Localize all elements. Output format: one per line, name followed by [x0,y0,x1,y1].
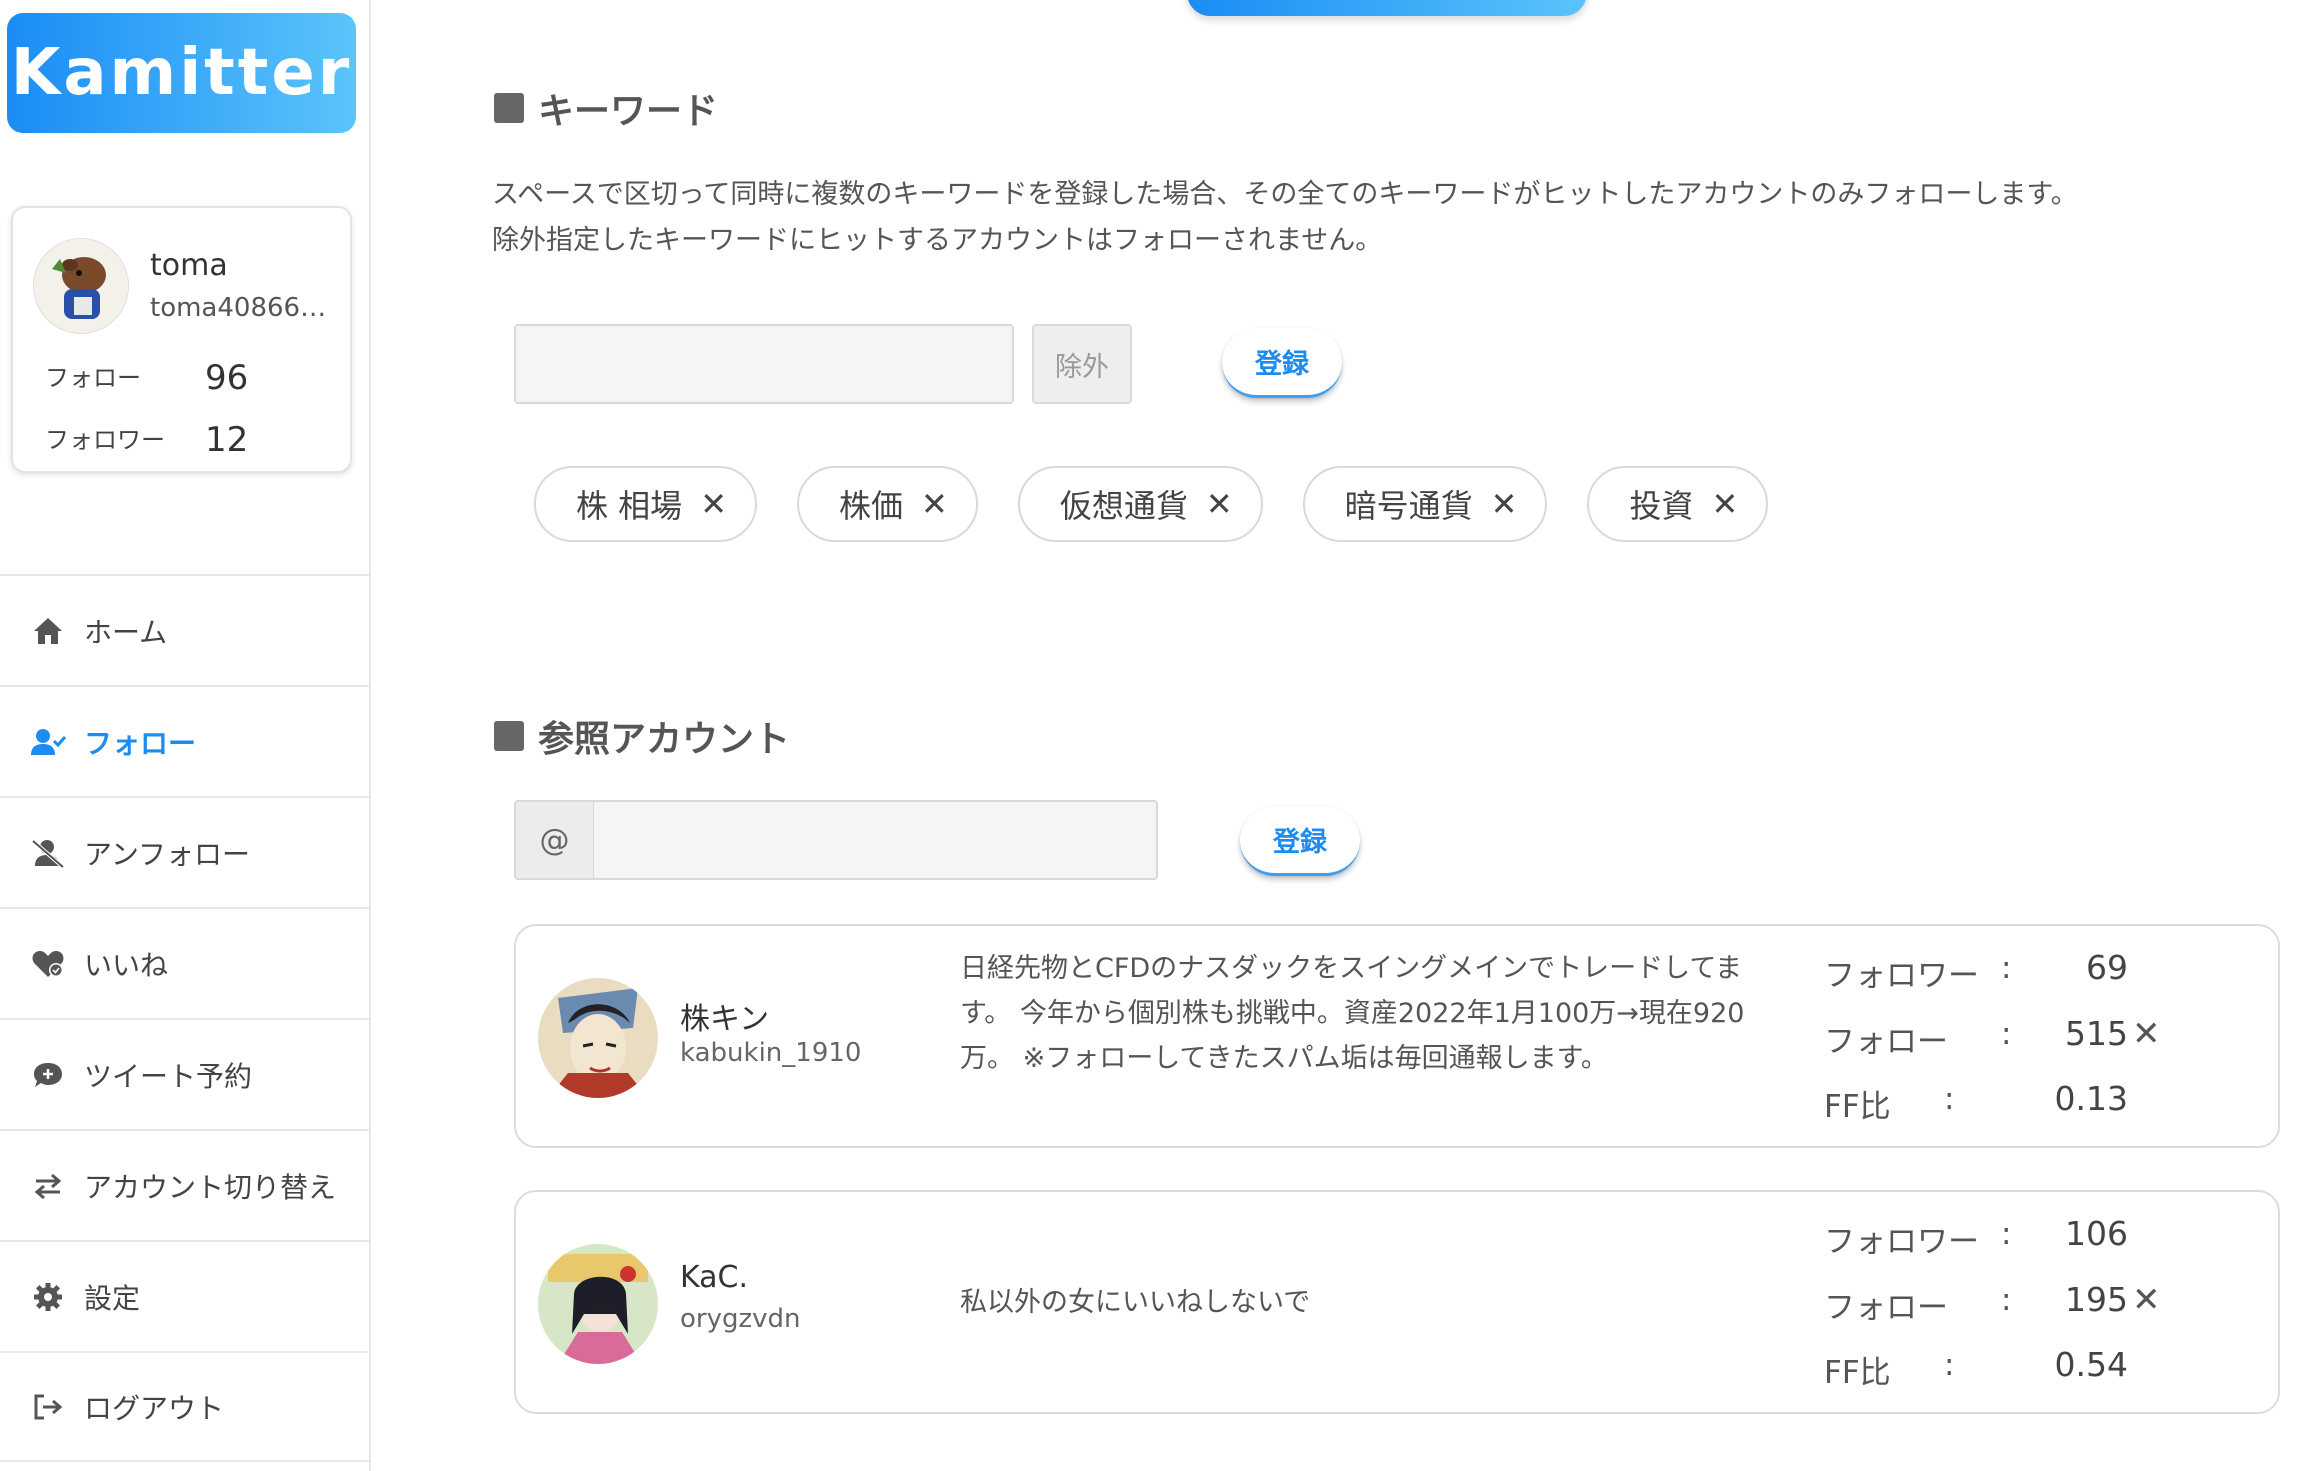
sidebar-item-switch-account[interactable]: アカウント切り替え [0,1129,371,1240]
keyword-tag: 暗号通貨 ✕ [1302,466,1548,542]
following-label: フォロー [1824,1024,1948,1060]
keyword-tag: 投資 ✕ [1587,466,1769,542]
sidebar-item-label: 設定 [84,1281,141,1315]
account-card: 株キン kabukin_1910 日経先物とCFDのナスダックをスイングメインで… [514,924,2280,1148]
account-name: 株キン [680,1002,770,1037]
tag-label: 暗号通貨 [1344,487,1473,525]
sidebar-item-label: ログアウト [84,1391,225,1425]
followers-value: 106 [2065,1214,2128,1253]
ff-label: FF比 [1824,1355,1891,1391]
profile-card: toma toma40866… フォロー 96 フォロワー 12 [11,206,352,473]
home-icon [30,613,66,649]
stat-colon: : [1944,1081,1955,1117]
close-icon[interactable]: ✕ [1491,485,1518,523]
stat-colon: : [2001,1016,2012,1052]
tag-label: 仮想通貨 [1059,487,1188,525]
sidebar-item-unfollow[interactable]: アンフォロー [0,796,371,907]
main-content: キーワード スペースで区切って同時に複数のキーワードを登録した場合、その全てのキ… [372,0,2311,1471]
sidebar-item-label: いいね [84,948,169,982]
at-prefix: @ [516,802,594,878]
stat-colon: : [2001,950,2012,986]
user-slash-icon [30,835,66,871]
sidebar-nav: ホーム フォロー アンフォロー いいね ツイート予約 アカウント切り替え 設定 … [0,574,371,1462]
keyword-section-title: キーワード [494,82,718,134]
keyword-tag: 仮想通貨 ✕ [1017,466,1263,542]
account-avatar[interactable] [538,978,658,1098]
sidebar-item-logout[interactable]: ログアウト [0,1351,371,1462]
sidebar-item-follow[interactable]: フォロー [0,685,371,796]
profile-name: toma [150,248,228,283]
exclude-button[interactable]: 除外 [1032,324,1132,404]
ff-value: 0.13 [2054,1079,2128,1118]
follow-label: フォロー [45,364,141,392]
following-label: フォロー [1824,1290,1948,1326]
follow-count: 96 [205,358,249,398]
stat-colon: : [2001,1282,2012,1318]
profile-handle: toma40866… [150,293,327,323]
account-input-group: @ [514,800,1158,880]
sidebar-item-settings[interactable]: 設定 [0,1240,371,1351]
ff-label: FF比 [1824,1089,1891,1125]
sidebar-item-tweet-schedule[interactable]: ツイート予約 [0,1018,371,1129]
account-bio: 日経先物とCFDのナスダックをスイングメインでトレードしてます。 今年から個別株… [960,953,1745,1074]
sidebar-item-label: ツイート予約 [84,1059,253,1093]
tag-label: 投資 [1629,487,1694,525]
comment-plus-icon [30,1057,66,1093]
reference-title-text: 参照アカウント [538,719,791,760]
sidebar-item-label: アンフォロー [84,837,251,871]
keyword-tag: 株価 ✕ [797,466,978,542]
sidebar: Kamitter toma toma40866… フォロー 96 フォロワー 1… [0,0,371,1471]
follower-count: 12 [205,420,249,460]
logout-icon [30,1389,66,1425]
following-value: 195 [2065,1280,2128,1319]
sidebar-item-label: ホーム [84,615,168,649]
sidebar-item-label: アカウント切り替え [84,1170,337,1204]
close-icon[interactable]: ✕ [2132,1280,2161,1320]
keyword-description: スペースで区切って同時に複数のキーワードを登録した場合、その全てのキーワードがヒ… [492,179,2078,256]
close-icon[interactable]: ✕ [1206,485,1233,523]
user-check-icon [30,724,66,760]
keyword-register-button[interactable]: 登録 [1222,328,1342,398]
square-bullet-icon [494,721,524,751]
account-name: KaC. [680,1260,749,1295]
tag-label: 株 相場 [576,487,683,525]
keyword-input[interactable] [514,324,1014,404]
avatar[interactable] [33,238,129,334]
swap-icon [30,1168,66,1204]
account-handle: orygzvdn [680,1304,801,1334]
follower-label: フォロワー [45,426,165,454]
heart-icon [30,946,66,982]
close-icon[interactable]: ✕ [2132,1014,2161,1054]
keyword-tag: 株 相場 ✕ [534,466,757,542]
logo-text: Kamitter [10,36,353,110]
keyword-tag-list: 株 相場 ✕ 株価 ✕ 仮想通貨 ✕ 暗号通貨 ✕ 投資 ✕ [534,466,1808,542]
account-input[interactable] [594,802,1156,878]
account-avatar[interactable] [538,1244,658,1364]
close-icon[interactable]: ✕ [1712,485,1739,523]
stat-colon: : [1944,1347,1955,1383]
account-register-button[interactable]: 登録 [1240,806,1360,876]
account-handle: kabukin_1910 [680,1038,862,1068]
account-bio: 私以外の女にいいねしないで [960,1287,1311,1318]
followers-value: 69 [2086,948,2128,987]
gear-icon [30,1279,66,1315]
tag-label: 株価 [839,487,904,525]
close-icon[interactable]: ✕ [700,485,727,523]
top-action-button[interactable] [1187,0,1587,16]
sidebar-item-like[interactable]: いいね [0,907,371,1018]
keyword-title-text: キーワード [538,91,719,132]
close-icon[interactable]: ✕ [921,485,948,523]
ff-value: 0.54 [2054,1345,2128,1384]
followers-label: フォロワー [1824,958,1979,994]
sidebar-item-label: フォロー [84,726,197,760]
app-logo[interactable]: Kamitter [7,13,356,133]
sidebar-item-home[interactable]: ホーム [0,574,371,685]
account-card: KaC. orygzvdn 私以外の女にいいねしないで フォロワー : 106 … [514,1190,2280,1414]
stat-colon: : [2001,1216,2012,1252]
reference-section-title: 参照アカウント [494,710,790,762]
following-value: 515 [2065,1014,2128,1053]
followers-label: フォロワー [1824,1224,1979,1260]
square-bullet-icon [494,93,524,123]
